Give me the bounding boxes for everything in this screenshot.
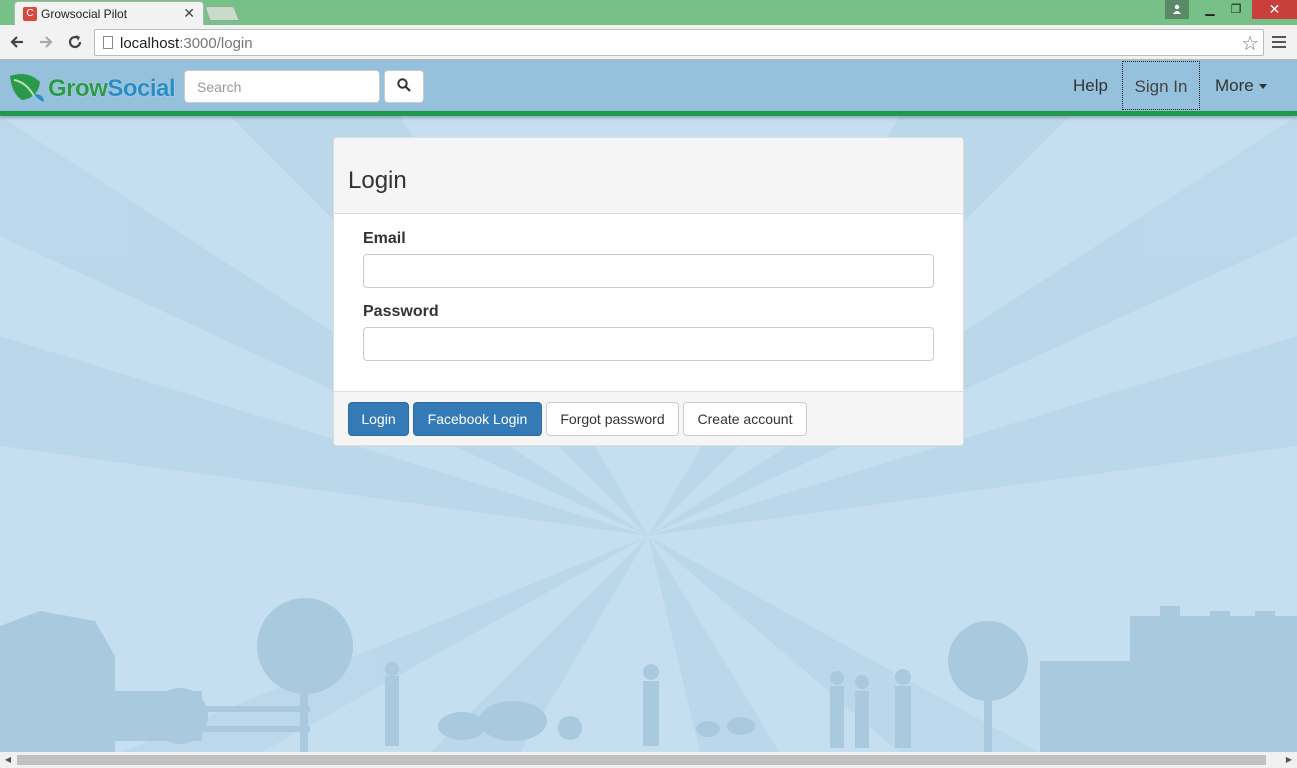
leaf-logo-icon bbox=[10, 74, 44, 102]
user-profile-icon[interactable] bbox=[1165, 0, 1189, 19]
forward-arrow-icon[interactable] bbox=[35, 31, 57, 53]
browser-menu-icon[interactable] bbox=[1272, 33, 1286, 54]
close-tab-icon[interactable]: ✕ bbox=[183, 5, 195, 22]
browser-toolbar: localhost:3000/login ☆ bbox=[0, 25, 1297, 60]
password-label: Password bbox=[363, 303, 439, 320]
search-button[interactable] bbox=[384, 70, 424, 103]
scroll-right-arrow-icon[interactable]: ▶ bbox=[1281, 752, 1297, 768]
nav-more-label: More bbox=[1215, 76, 1254, 95]
favicon-icon: C bbox=[23, 7, 37, 21]
login-panel-footer: Login Facebook Login Forgot password Cre… bbox=[334, 391, 963, 445]
navbar-accent-line bbox=[0, 111, 1297, 116]
logo-grow: Grow bbox=[48, 75, 108, 102]
caret-down-icon bbox=[1258, 84, 1267, 90]
login-title: Login bbox=[348, 167, 407, 194]
logo-social: Social bbox=[107, 75, 176, 102]
search-input[interactable] bbox=[184, 70, 380, 103]
browser-tab[interactable]: C Growsocial Pilot ✕ bbox=[14, 1, 204, 26]
nav-help-link[interactable]: Help bbox=[1073, 61, 1108, 110]
url-host: localhost bbox=[120, 35, 180, 52]
login-panel-header: Login bbox=[334, 138, 963, 214]
nav-more-dropdown[interactable]: More bbox=[1215, 61, 1267, 110]
login-button[interactable]: Login bbox=[348, 402, 409, 436]
nav-sign-in-link[interactable]: Sign In bbox=[1122, 61, 1200, 110]
login-panel: Login Email Password Login Facebook Logi… bbox=[333, 137, 964, 446]
password-field[interactable] bbox=[363, 327, 934, 361]
tab-title: Growsocial Pilot bbox=[41, 7, 128, 21]
email-label: Email bbox=[363, 230, 406, 247]
page-icon bbox=[103, 36, 113, 49]
minimize-window-button[interactable]: ▁ bbox=[1196, 0, 1224, 19]
url-text: localhost:3000/login bbox=[120, 35, 253, 52]
horizontal-scrollbar[interactable]: ◀ ▶ bbox=[0, 752, 1297, 768]
facebook-login-button[interactable]: Facebook Login bbox=[413, 402, 542, 436]
search-icon bbox=[397, 78, 411, 92]
email-field[interactable] bbox=[363, 254, 934, 288]
create-account-button[interactable]: Create account bbox=[683, 402, 807, 436]
growsocial-logo[interactable]: GrowSocial bbox=[8, 70, 176, 104]
scroll-left-arrow-icon[interactable]: ◀ bbox=[0, 752, 16, 768]
forgot-password-button[interactable]: Forgot password bbox=[546, 402, 679, 436]
reload-icon[interactable] bbox=[64, 31, 86, 53]
close-window-button[interactable]: ✕ bbox=[1252, 0, 1297, 19]
scrollbar-thumb[interactable] bbox=[17, 755, 1266, 765]
back-arrow-icon[interactable] bbox=[6, 31, 28, 53]
browser-titlebar: C Growsocial Pilot ✕ ▁ ❐ ✕ bbox=[0, 0, 1297, 26]
bookmark-star-icon[interactable]: ☆ bbox=[1241, 31, 1259, 56]
logo-wordmark: GrowSocial bbox=[48, 75, 176, 103]
restore-window-button[interactable]: ❐ bbox=[1222, 0, 1250, 19]
url-path: :3000/login bbox=[179, 35, 253, 52]
address-bar[interactable]: localhost:3000/login ☆ bbox=[94, 29, 1264, 56]
new-tab-button[interactable] bbox=[204, 6, 240, 21]
